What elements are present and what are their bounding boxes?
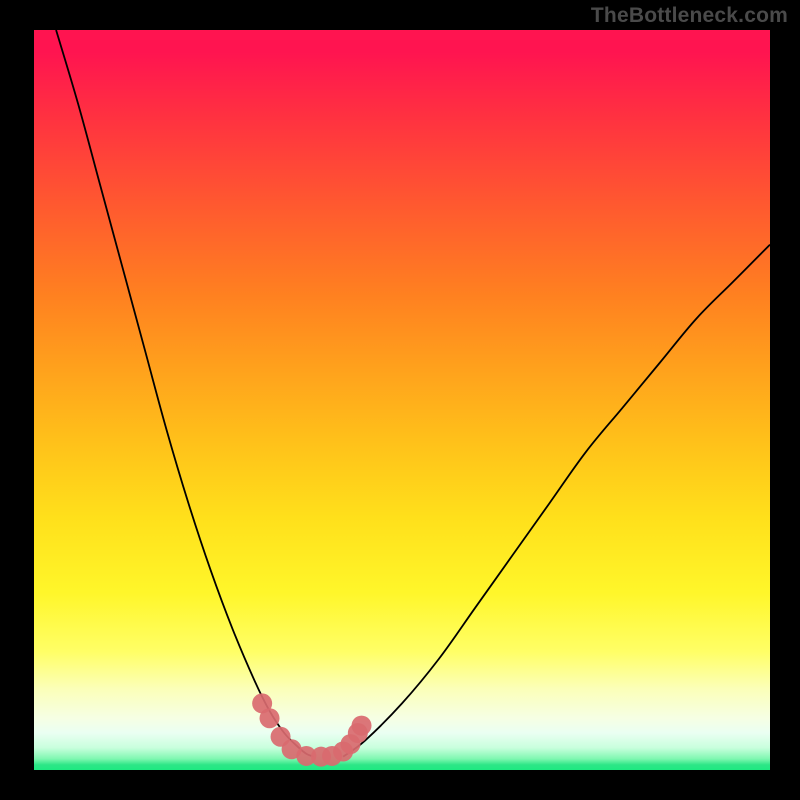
curve-right-path <box>343 245 770 757</box>
markers-group <box>252 693 371 766</box>
curve-left-path <box>56 30 314 757</box>
watermark-text: TheBottleneck.com <box>591 4 788 28</box>
plot-area <box>34 30 770 770</box>
chart-frame: TheBottleneck.com <box>0 0 800 800</box>
marker-dot <box>352 716 372 736</box>
curve-right <box>343 245 770 757</box>
chart-svg <box>34 30 770 770</box>
curve-left <box>56 30 314 757</box>
marker-dot <box>260 708 280 728</box>
